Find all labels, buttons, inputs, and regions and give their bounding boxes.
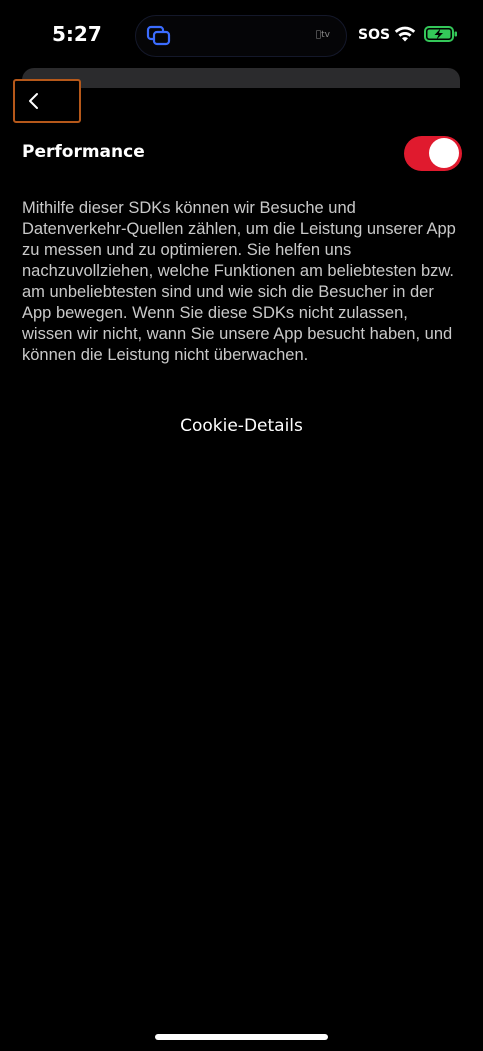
battery-charging-icon (424, 26, 457, 42)
back-button[interactable] (13, 79, 81, 123)
status-bar: 5:27 tv SOS (0, 0, 483, 70)
apple-tv-label: tv (316, 30, 330, 40)
chevron-left-icon (29, 93, 38, 109)
performance-toggle[interactable] (404, 136, 462, 171)
home-indicator[interactable] (155, 1034, 328, 1040)
section-title: Performance (22, 142, 145, 162)
screen-mirroring-icon (146, 25, 171, 46)
sheet-handle-area (22, 68, 460, 88)
toggle-knob (429, 138, 459, 168)
dynamic-island: tv (135, 15, 347, 57)
status-time: 5:27 (52, 22, 102, 46)
wifi-icon (394, 26, 416, 42)
cookie-details-link[interactable]: Cookie-Details (0, 416, 483, 436)
sos-indicator: SOS (358, 27, 391, 43)
section-description: Mithilfe dieser SDKs können wir Besuche … (22, 199, 456, 364)
